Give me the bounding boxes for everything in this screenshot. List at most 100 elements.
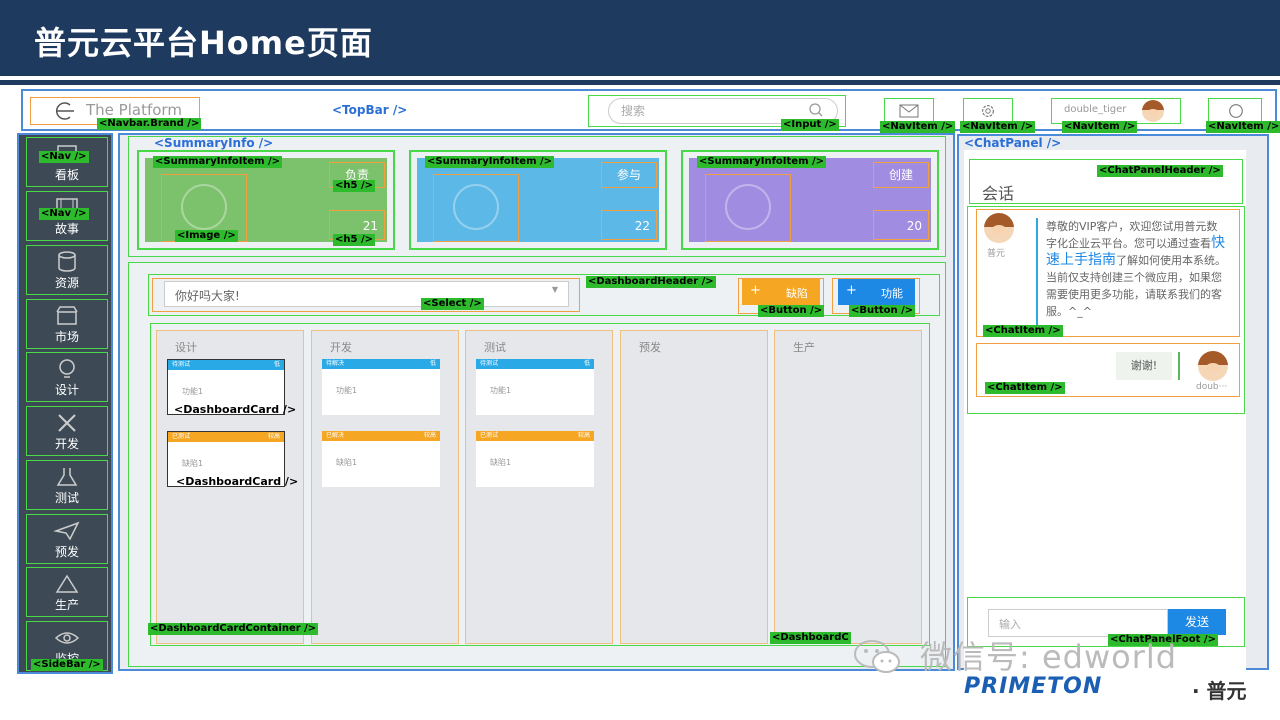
chat-message-text: 尊敬的VIP客户，欢迎您试用普元数字化企业云平台。您可以通过查看快速上手指南了解… (1046, 218, 1226, 320)
header-rule (0, 80, 1280, 85)
summary-image (705, 174, 791, 242)
annotation-h5: <h5 /> (333, 180, 375, 192)
annotation-summary-item: <SummaryInfoItem /> (697, 156, 827, 168)
add-feature-button[interactable]: + 功能 (838, 279, 915, 305)
annotation-input: <Input /> (781, 119, 839, 131)
sender-name: 普元 (987, 249, 1006, 259)
annotation-dashboard-c: <DashboardC (770, 632, 851, 644)
annotation-sidebar: <SideBar /> (31, 659, 103, 671)
column-title: 生产 (793, 341, 815, 354)
dashboard-column: 预发 (620, 330, 768, 644)
card-body: 功能1 (336, 386, 358, 395)
dashboard-card[interactable]: 已解决 较高缺陷1 (322, 431, 440, 487)
wechat-watermark: 微信号: edworld (920, 638, 1178, 676)
message-bar (1036, 218, 1038, 330)
select-value: 你好吗大家! (175, 289, 240, 303)
annotation-nav-item-1: <NavItem /> (880, 121, 956, 133)
summary-info-item[interactable]: 参与 22 <SummaryInfoItem /> (409, 150, 667, 250)
plus-icon: + (846, 283, 857, 298)
card-priority: 低 (273, 361, 280, 368)
message-part-a: 尊敬的VIP客户，欢迎您试用普元数字化企业云平台。您可以通过查看 (1046, 220, 1218, 250)
sidebar-item-8[interactable]: 生产 (26, 567, 108, 617)
user-avatar (1142, 100, 1164, 122)
sidebar-item-7[interactable]: 预发 (26, 514, 108, 564)
add-feature-label: 功能 (881, 287, 903, 300)
mail-icon (899, 104, 919, 118)
annotation-topbar: <TopBar /> (332, 103, 408, 117)
add-defect-button[interactable]: + 缺陷 (742, 279, 820, 305)
dashboard-card[interactable]: 待测试 低功能1 (476, 359, 594, 415)
summary-info-item[interactable]: 负责 21 <SummaryInfoItem /> <h5 /> <h5 /> <Imag… (137, 150, 395, 250)
dashboard-column: 生产 (774, 330, 922, 644)
eye-icon (54, 632, 80, 644)
sidebar-item-6[interactable]: 测试 (26, 460, 108, 510)
database-icon (58, 251, 76, 272)
summary-illustration-icon (453, 184, 499, 230)
chat-title: 会话 (982, 184, 1015, 203)
tools-icon (58, 414, 76, 432)
card-priority: 较高 (423, 432, 436, 439)
dashboard-select[interactable]: 你好吗大家! ▼ (164, 281, 569, 307)
gear-icon (982, 105, 994, 117)
card-body: 功能1 (490, 386, 512, 395)
summary-image (433, 174, 519, 242)
sidebar-item-label: 市场 (54, 330, 79, 344)
card-priority: 低 (429, 360, 436, 367)
plane-icon (53, 521, 80, 541)
sidebar-item-2[interactable]: 资源 (26, 245, 108, 295)
card-status: 待测试 (172, 361, 191, 368)
dashboard-column: 开发待解决 低功能1 已解决 较高缺陷1 (311, 330, 459, 644)
sidebar-item-4[interactable]: 设计 (26, 352, 108, 402)
summary-count: 22 (601, 210, 657, 240)
dashboard-card[interactable]: 已测试 较高 缺陷1 (476, 431, 594, 487)
dashboard-card[interactable]: 待解决 低功能1 (322, 359, 440, 415)
annotation-button-2: <Button /> (849, 305, 916, 317)
chat-input-placeholder: 输入 (999, 618, 1021, 631)
triangle-icon (55, 574, 79, 593)
brand-logo-icon (55, 102, 74, 120)
annotation-card-container: <DashboardCardContainer /> (148, 623, 319, 635)
sidebar-item-5[interactable]: 开发 (26, 406, 108, 456)
card-priority: 较高 (577, 432, 590, 439)
summary-label: 创建 (873, 162, 929, 188)
card-status: 已解决 (326, 432, 345, 439)
reply-sender: doub··· (1196, 382, 1228, 392)
annotation-chat-header: <ChatPanelHeader /> (1097, 165, 1223, 177)
sidebar-item-label: 开发 (54, 437, 79, 451)
card-body: 缺陷1 (336, 458, 358, 467)
chevron-down-icon: ▼ (551, 285, 558, 294)
summary-info-item[interactable]: 创建 20 <SummaryInfoItem /> (681, 150, 939, 250)
annotation-select: <Select /> (421, 298, 484, 310)
annotation-button-1: <Button /> (758, 305, 825, 317)
summary-illustration-icon (725, 184, 771, 230)
user-avatar (1198, 351, 1228, 381)
summary-count-text: 20 (906, 219, 922, 233)
column-title: 预发 (639, 341, 661, 354)
primeton-cn: · 普元 (1192, 679, 1247, 703)
annotation-chat-item-1: <ChatItem /> (983, 325, 1063, 337)
summary-count: 20 (873, 210, 929, 240)
card-status: 待测试 (480, 360, 499, 367)
column-title: 设计 (175, 341, 197, 354)
reply-bubble: 谢谢! (1116, 352, 1172, 380)
annotation-summary-item: <SummaryInfoItem /> (425, 156, 555, 168)
sidebar-item-label: 预发 (54, 545, 79, 559)
annotation-chat-item-2: <ChatItem /> (985, 382, 1065, 394)
card-body: 缺陷1 (182, 459, 204, 468)
card-status-bar: 已解决 较高 (322, 431, 440, 441)
annotation-nav-item-2: <NavItem /> (960, 121, 1036, 133)
sidebar-item-label: 看板 (54, 168, 79, 182)
card-body: 功能1 (182, 387, 204, 396)
power-icon (1229, 104, 1243, 118)
search-icon[interactable] (808, 102, 824, 118)
sidebar-item-3[interactable]: 市场 (26, 299, 108, 349)
flask-icon (56, 468, 78, 486)
slide-title: 普元云平台Home页面 (34, 24, 373, 62)
sidebar-item-label: 设计 (54, 383, 79, 397)
card-status-bar: 待解决 低 (322, 359, 440, 369)
user-name: double_tiger (1064, 104, 1127, 115)
column-title: 开发 (330, 341, 352, 354)
annotation-chat-panel: <ChatPanel /> (964, 136, 1062, 150)
card-body: 缺陷1 (490, 458, 512, 467)
dashboard-column: 测试 待测试 低功能1 已测试 较高 缺陷1 (465, 330, 613, 644)
